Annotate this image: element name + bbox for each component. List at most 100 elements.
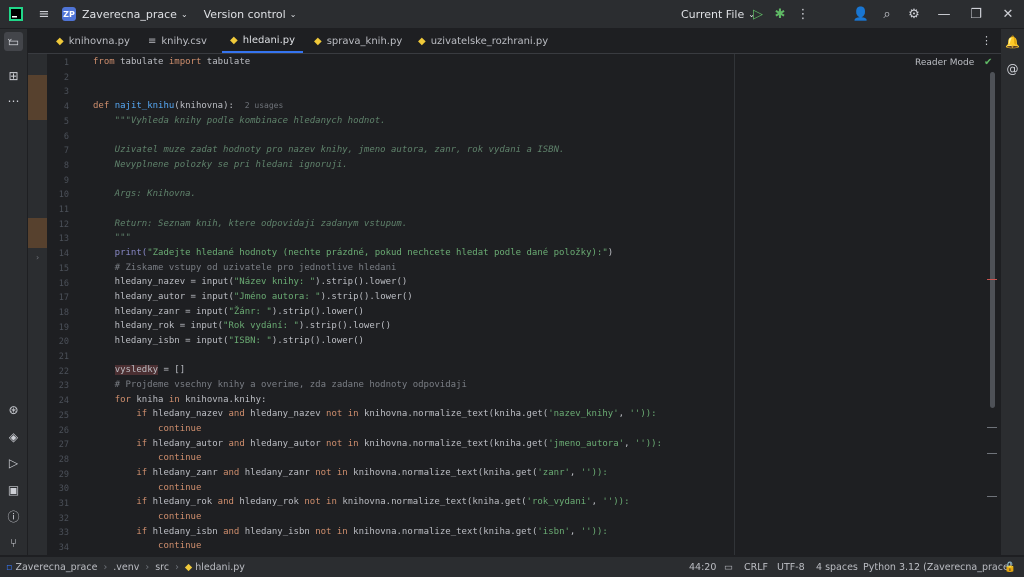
code-line: hledany_rok = input("Rok vydání: ").stri… [93,321,392,331]
code-line: continue [158,483,202,493]
error-stripe-mark[interactable] [987,427,997,428]
breadcrumb-item[interactable]: src [155,562,169,573]
vertical-scrollbar[interactable] [990,72,995,408]
python-file-icon: ◆ [314,35,322,47]
code-line: vysledky = [] [114,365,186,375]
tab-list-chevron-icon[interactable]: ⌄ [6,34,14,44]
fold-chevron-icon[interactable]: › [36,253,39,262]
line-number: 11 [58,205,69,215]
left-tool-bar: ▭ ⊞ ⋯ ⊛ ◈ ▷ ▣ ⓘ ⑂ [0,29,28,555]
project-selector[interactable]: ZP Zaverecna_prace ⌄ [62,7,188,21]
settings-gear-icon[interactable]: ⚙ [900,0,928,28]
code-line: Uzivatel muze zadat hodnoty pro nazev kn… [93,145,565,155]
run-tool-icon[interactable]: ▷ [4,453,23,472]
tab-label: uzivatelske_rozhrani.py [430,35,549,47]
line-number: 10 [58,190,69,201]
code-line: # Projdeme vsechny knihy a overime, zda … [93,380,467,390]
line-number: 31 [58,499,69,509]
line-number: 2 [63,72,69,83]
line-number: 7 [63,146,69,157]
error-stripe-mark[interactable] [987,453,997,454]
app-logo-icon[interactable] [2,0,30,28]
layers-icon[interactable]: ◈ [4,427,23,446]
ai-assistant-icon[interactable]: @ [1003,59,1022,78]
line-number: 21 [58,352,69,362]
editor-icon[interactable]: ▭ [724,557,733,577]
line-number: 9 [63,175,69,186]
line-number: 20 [58,337,69,348]
right-margin-guide [734,54,735,555]
code-line: """Vyhleda knihy podle kombinace hledany… [93,116,386,126]
line-number: 30 [58,484,69,495]
more-tools-icon[interactable]: ⋯ [4,91,23,110]
tab-knihovna[interactable]: ◆ knihovna.py [56,29,130,53]
notifications-bell-icon[interactable]: 🔔 [1003,32,1022,51]
line-number: 12 [58,219,69,230]
line-number: 33 [58,528,69,539]
vcs-change-marker [28,218,47,248]
code-line: hledany_isbn = input("ISBN: ").strip().l… [93,336,364,346]
search-icon[interactable]: ⌕ [873,0,901,28]
line-number: 23 [58,381,69,392]
tab-label: knihy.csv [161,35,207,47]
line-number: 32 [58,513,69,524]
reader-mode-toggle[interactable]: Reader Mode [915,58,974,68]
code-line: Return: Seznam knih, ktere odpovidaji za… [93,219,408,229]
line-number: 19 [58,322,69,333]
usages-hint[interactable]: 2 usages [245,101,284,110]
line-number: 34 [58,543,69,554]
inspection-ok-check-icon[interactable]: ✔ [984,57,992,68]
line-number: 17 [58,293,69,304]
module-icon: ▫ [6,561,13,573]
tab-knihy-csv[interactable]: ≡ knihy.csv [148,29,207,53]
line-number: 1 [63,58,69,68]
line-number: 6 [63,131,69,142]
code-line: def najit_knihu(knihovna): 2 usages [93,101,284,111]
problems-icon[interactable]: ⓘ [4,507,23,526]
line-number: 24 [58,396,69,407]
line-number: 26 [58,425,69,436]
python-file-icon: ◆ [56,35,64,47]
code-line: Args: Knihovna. [93,189,196,199]
chevron-down-icon: ⌄ [180,9,188,19]
code-line: continue [158,541,202,551]
tab-sprava-knih[interactable]: ◆ sprava_knih.py [314,29,402,53]
python-packages-icon[interactable]: ⊛ [4,400,23,419]
tab-menu-icon[interactable]: ⋮ [981,34,992,47]
tab-hledani[interactable]: ◆ hledani.py [222,29,304,53]
python-file-icon: ◆ [230,34,238,46]
breadcrumb-item[interactable]: hledani.py [195,562,245,573]
structure-icon[interactable]: ⊞ [4,66,23,85]
vcs-change-marker [28,75,47,120]
cursor-position[interactable]: 44:20 [689,557,716,577]
line-number: 8 [63,160,69,171]
breadcrumb-item[interactable]: .venv [113,562,139,573]
vcs-selector[interactable]: Version control ⌄ [204,8,297,21]
main-menu-icon[interactable]: ≡ [30,0,58,28]
indent-setting[interactable]: 4 spaces [816,557,858,577]
breadcrumb-item[interactable]: Zaverecna_prace [15,562,97,573]
restore-icon[interactable]: ❐ [962,0,990,28]
tab-uzivatelske-rozhrani[interactable]: ◆ uzivatelske_rozhrani.py [418,29,548,53]
line-number: 27 [58,440,69,451]
run-config-label: Current File [681,7,745,21]
lock-icon[interactable]: 🔓 [1004,557,1016,577]
close-icon[interactable]: ✕ [994,0,1022,28]
text-file-icon: ≡ [148,35,157,47]
terminal-icon[interactable]: ▣ [4,480,23,499]
code-line: if hledany_autor and hledany_autor not i… [136,439,662,449]
line-number: 29 [58,469,69,480]
error-stripe-mark[interactable] [987,279,997,280]
breadcrumb: ▫ Zaverecna_prace › .venv › src › ◆ hled… [6,561,245,573]
project-name: Zaverecna_prace [82,7,177,21]
line-number: 13 [58,234,69,245]
error-stripe-mark[interactable] [987,496,997,497]
minimize-icon[interactable]: — [930,0,958,28]
add-user-icon[interactable]: 👤 [847,0,875,28]
more-options-icon[interactable]: ⋮ [789,0,817,28]
file-encoding[interactable]: UTF-8 [777,557,805,577]
python-interpreter[interactable]: Python 3.12 (Zaverecna_prace) [863,557,1013,577]
git-branch-icon[interactable]: ⑂ [4,533,23,552]
line-separator[interactable]: CRLF [744,557,768,577]
code-line: Nevyplnene polozky se pri hledani ignoru… [93,160,348,170]
